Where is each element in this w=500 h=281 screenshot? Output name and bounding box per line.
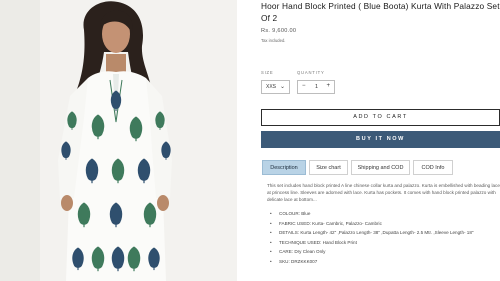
tab-shipping-and-cod[interactable]: Shipping and COD [351, 160, 410, 175]
quantity-stepper[interactable]: − 1 + [297, 80, 335, 94]
add-to-cart-button[interactable]: ADD TO CART [261, 109, 500, 126]
list-item: SKU: DRZKKK007 [267, 259, 500, 266]
product-details-list: COLOUR: Blue FABRIC USED: Kurta- Cambric… [267, 211, 500, 268]
tax-note: Tax included. [261, 38, 286, 43]
list-item: FABRIC USED: Kurta- Cambric, Palazzo- Ca… [267, 221, 500, 228]
product-info: Hoor Hand Block Printed ( Blue Boota) Ku… [261, 0, 500, 281]
plus-icon[interactable]: + [326, 83, 330, 89]
description-text: This set includes hand block printed A l… [267, 183, 500, 202]
tab-description[interactable]: Description [262, 160, 306, 175]
size-select[interactable]: XXS ⌄ [261, 80, 290, 94]
model-in-kurta-illustration [0, 0, 237, 281]
list-item: CARE: Dry Clean Only [267, 249, 500, 256]
tab-cod-info[interactable]: COD Info [413, 160, 453, 175]
quantity-value[interactable]: 1 [315, 84, 318, 90]
minus-icon[interactable]: − [302, 83, 306, 89]
product-price: Rs. 9,600.00 [261, 28, 297, 34]
list-item: COLOUR: Blue [267, 211, 500, 218]
size-label: SIZE [261, 70, 274, 75]
list-item: DETAILS: Kurta Length- 42" ,Palazzo Leng… [267, 230, 500, 237]
tab-size-chart[interactable]: Size chart [309, 160, 348, 175]
chevron-down-icon: ⌄ [279, 84, 285, 90]
product-title: Hoor Hand Block Printed ( Blue Boota) Ku… [261, 1, 500, 23]
quantity-label: QUANTITY [297, 70, 325, 75]
buy-now-button[interactable]: BUY IT NOW [261, 131, 500, 148]
product-image[interactable] [0, 0, 237, 281]
size-value: XXS [266, 84, 277, 90]
list-item: TECHNIQUE USED: Hand Block Print [267, 240, 500, 247]
